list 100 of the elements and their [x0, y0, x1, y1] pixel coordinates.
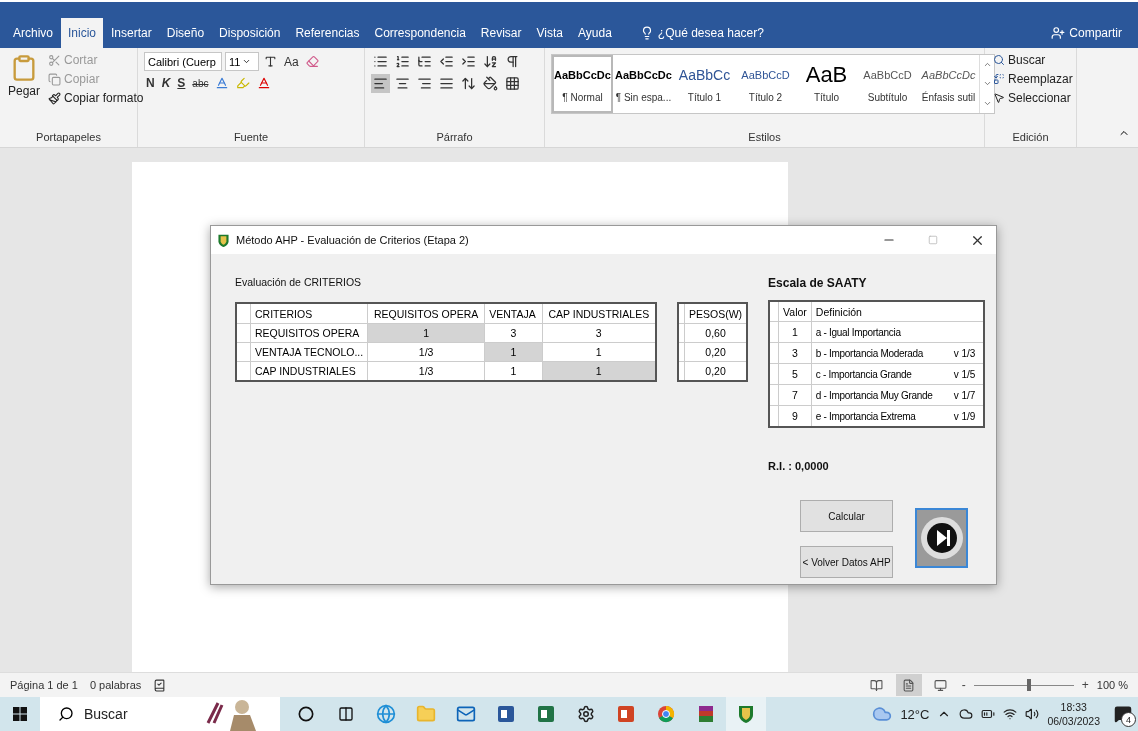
tell-me-button[interactable]: ¿Qué desea hacer?	[633, 18, 770, 48]
column-header: Definición	[811, 301, 985, 322]
proofing-icon[interactable]	[153, 678, 167, 692]
taskbar-search-box[interactable]: Buscar	[40, 697, 280, 731]
align-left-button[interactable]	[371, 74, 390, 93]
row-header: VENTAJA TECNOLO...	[236, 342, 368, 362]
ribbon-tab[interactable]: Diseño	[159, 18, 212, 48]
section-title: Escala de SAATY	[768, 276, 868, 290]
cloud-icon[interactable]	[959, 707, 974, 721]
speaker-icon[interactable]	[1025, 707, 1040, 721]
caret-icon	[242, 57, 252, 66]
tree-list-icon	[417, 54, 432, 69]
zoom-in-button[interactable]: +	[1079, 678, 1091, 692]
align-left-icon	[373, 76, 388, 91]
letter-icon	[257, 76, 272, 90]
column-header: CAP INDUSTRIALES	[542, 303, 656, 324]
ribbon-tab[interactable]: Insertar	[104, 18, 159, 48]
next-button[interactable]	[915, 508, 969, 568]
pointer-icon	[993, 92, 1005, 104]
group-label: Estilos	[747, 131, 782, 145]
zoom-thumb[interactable]	[1026, 679, 1031, 691]
ribbon-tab[interactable]: Archivo	[6, 18, 60, 48]
ribbon-tab[interactable]: Ayuda	[571, 18, 619, 48]
maximize-icon	[928, 235, 938, 245]
paste-button[interactable]: Pegar	[6, 52, 43, 131]
style-item[interactable]: AaBbCcDc ¶ Normal	[552, 55, 613, 113]
clock[interactable]: 18:33 06/03/2023	[1047, 700, 1100, 728]
font-size-field[interactable]: 11	[225, 52, 259, 71]
presentation-app-icon	[616, 704, 636, 724]
strikethrough-button[interactable]: abc	[190, 75, 211, 91]
pilcrow-icon	[505, 54, 520, 69]
calculate-button[interactable]: Calcular	[800, 500, 894, 532]
eraser-icon	[305, 55, 319, 68]
shield-icon	[217, 232, 230, 248]
ri-value: R.I. : 0,0000	[768, 460, 830, 472]
share-button[interactable]: Compartir	[1045, 18, 1128, 48]
table-cell: 0,60	[678, 323, 748, 343]
dialog-title: Método AHP - Evaluación de Criterios (Etapa 2)	[236, 234, 470, 246]
view-button[interactable]	[895, 674, 922, 696]
ribbon-tab[interactable]: Disposición	[212, 18, 288, 48]
column-header: CRITERIOS	[236, 303, 368, 324]
zoom-percent[interactable]: 100 %	[1096, 679, 1128, 691]
align-right-icon	[417, 76, 432, 91]
replace-button[interactable]: Reemplazar	[991, 71, 1075, 87]
shield-icon	[737, 704, 755, 724]
ribbon-tab[interactable]: Vista	[529, 18, 570, 48]
ribbon-tab[interactable]: Correspondencia	[367, 18, 473, 48]
group-label: Edición	[1011, 131, 1050, 145]
column-header: VENTAJA	[484, 303, 543, 324]
ribbon-tab[interactable]: Inicio	[61, 18, 104, 48]
books-icon	[696, 704, 716, 724]
change-case-button[interactable]: Aa	[282, 52, 301, 71]
bullet-list-icon	[373, 54, 388, 69]
align-center-icon	[395, 76, 410, 91]
wifi-icon[interactable]	[1003, 707, 1018, 721]
outdent-icon	[439, 54, 454, 69]
shading-button[interactable]	[481, 74, 500, 93]
table-cell: 0,20	[678, 342, 748, 362]
copy-icon	[48, 72, 62, 86]
numbered-list-icon	[395, 54, 410, 69]
skip-forward-icon	[918, 515, 965, 561]
font-name-field[interactable]: Calibri (Cuerp	[144, 52, 222, 71]
scissors-icon	[48, 53, 62, 67]
settings-icon	[577, 705, 595, 723]
document-app-icon	[496, 704, 516, 724]
paint-bucket-icon	[483, 76, 498, 91]
find-button[interactable]: Buscar	[991, 52, 1075, 68]
page-count: Página 1 de 1	[10, 679, 78, 691]
underline-button[interactable]: S	[175, 74, 188, 92]
envelope-icon	[456, 704, 476, 724]
back-button[interactable]: < Volver Datos AHP	[800, 546, 894, 578]
weather-temperature[interactable]: 12°C	[900, 706, 930, 722]
folder-icon	[416, 704, 436, 724]
bold-button[interactable]: N	[144, 74, 157, 92]
line-spacing-icon	[461, 76, 476, 91]
search-field[interactable]: Buscar	[82, 705, 196, 723]
zoom-out-button[interactable]: -	[959, 678, 968, 692]
letter-icon	[264, 55, 277, 68]
ribbon-tab[interactable]: Revisar	[473, 18, 529, 48]
section-label: Evaluación de CRITERIOS	[235, 276, 363, 288]
select-button[interactable]: Seleccionar	[991, 90, 1075, 106]
group-label: Portapapeles	[35, 131, 102, 145]
indent-icon	[461, 54, 476, 69]
format-painter-button[interactable]: Copiar formato	[46, 90, 146, 106]
page-icon	[902, 678, 916, 692]
highlighter-icon	[236, 76, 251, 90]
column-header: REQUISITOS OPERA	[367, 303, 485, 324]
borders-button[interactable]	[503, 74, 522, 93]
ribbon-tab[interactable]: Referencias	[288, 18, 367, 48]
book-icon	[870, 678, 884, 692]
italic-button[interactable]: K	[159, 74, 173, 92]
table-cell: 7	[769, 384, 812, 406]
table-cell: 5	[769, 363, 812, 385]
letter-icon	[215, 76, 230, 90]
search-icon	[993, 54, 1005, 66]
table-cell: 1	[769, 321, 812, 343]
person-plus-icon	[1051, 26, 1066, 40]
battery-icon[interactable]	[981, 707, 996, 721]
table-cell: 9	[769, 405, 812, 427]
column-header: Valor	[769, 301, 812, 322]
